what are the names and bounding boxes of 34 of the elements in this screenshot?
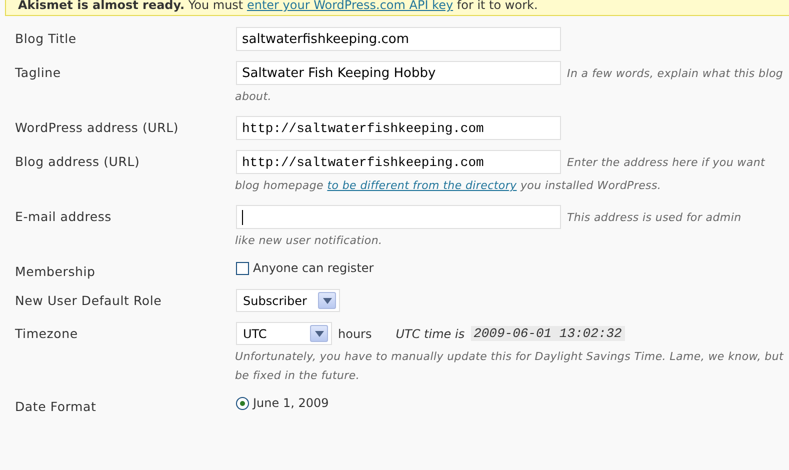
notice-message: Akismet is almost ready. You must enter your WordPress.com API key for it to work.	[5, 0, 789, 16]
field-label: Timezone	[15, 325, 79, 343]
field-label: Blog Title	[15, 30, 78, 48]
input-field[interactable]: saltwaterfishkeeping.com	[236, 27, 561, 51]
field-label: New User Default Role	[15, 292, 163, 310]
field-label: Blog address (URL)	[15, 153, 141, 171]
field-description: like new user notification.	[235, 233, 384, 249]
timezone-select[interactable]: UTC	[236, 322, 332, 345]
utc-time-value: 2009-06-01 13:02:32	[470, 326, 625, 341]
field-description: This address is used for admin	[567, 210, 742, 224]
input-field[interactable]: http://saltwaterfishkeeping.com	[236, 116, 561, 140]
field-label: Tagline	[15, 64, 62, 82]
field-label: Membership	[15, 263, 96, 279]
field-description: be fixed in the future.	[235, 368, 361, 384]
directory-link[interactable]: to be different from the directory	[327, 179, 517, 192]
checkbox-label: Anyone can register	[253, 261, 374, 275]
api-key-link[interactable]: enter your WordPress.com API key	[246, 0, 454, 12]
field-label: E-mail address	[15, 208, 112, 226]
role-select[interactable]: Subscriber	[236, 289, 340, 312]
field-description: Enter the address here if you want	[567, 156, 766, 168]
unit-label: hours	[338, 326, 372, 340]
radio-button[interactable]	[236, 396, 249, 410]
field-label: Date Format	[15, 398, 98, 414]
field-label: WordPress address (URL)	[15, 119, 180, 137]
input-field[interactable]: Saltwater Fish Keeping Hobby	[236, 61, 561, 85]
utc-time-label: UTC time is	[396, 326, 465, 340]
field-description: about.	[235, 89, 272, 105]
field-description: In a few words, explain what this blog	[567, 66, 784, 80]
input-field[interactable]: http://saltwaterfishkeeping.com	[236, 150, 561, 174]
radio-label: June 1, 2009	[253, 396, 329, 410]
field-description: Unfortunately, you have to manually update this for Daylight Savings Time. Lame, we know, but	[235, 349, 785, 365]
checkbox[interactable]	[236, 262, 249, 274]
field-description: blog homepage to be different from the directory you installed WordPress.	[235, 178, 662, 194]
input-field[interactable]	[236, 205, 561, 229]
